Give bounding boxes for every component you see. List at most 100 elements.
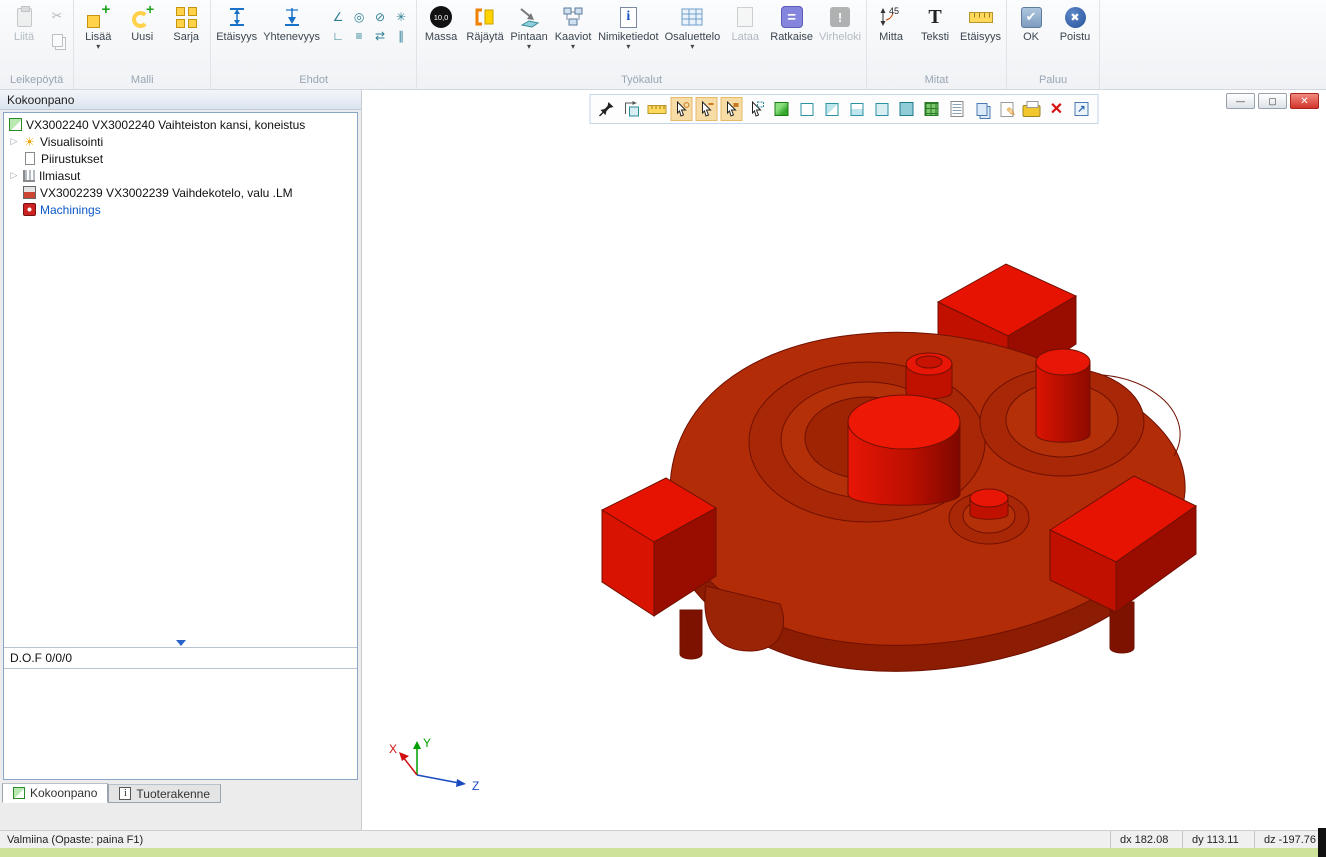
restore-button[interactable]: ▢ xyxy=(1258,93,1287,109)
tree-item-appearances[interactable]: ▷ Ilmiasut xyxy=(6,167,357,184)
coincidence-label: Yhtenevyys xyxy=(263,31,320,43)
tree-item-machinings[interactable]: Machinings xyxy=(6,201,357,218)
text-label: Teksti xyxy=(921,31,949,43)
explode-button[interactable]: Räjäytä xyxy=(463,1,507,43)
copy-view-button[interactable] xyxy=(971,97,993,121)
angle-icon: ∠ xyxy=(333,10,344,24)
distance-dim-label: Etäisyys xyxy=(960,31,1001,43)
status-bar: Valmiina (Opaste: paina F1) dx 182.08 dy… xyxy=(0,830,1326,848)
mass-button[interactable]: 10,0 Massa xyxy=(419,1,463,43)
assembly-icon xyxy=(13,787,25,799)
series-label: Sarja xyxy=(173,31,199,43)
tree-item-label: Piirustukset xyxy=(41,152,103,166)
add-component-icon: + xyxy=(86,5,110,29)
distance-constraint-button[interactable]: Etäisyys xyxy=(213,1,260,43)
ribbon-group-model: + Lisää ▾ + Uusi Sarja Malli xyxy=(74,0,211,89)
group-label-clipboard: Leikepöytä xyxy=(2,73,71,89)
swap-constraint-button[interactable]: ⇄ xyxy=(371,28,389,44)
star-icon: ✳ xyxy=(396,10,406,24)
drag-measure-button[interactable] xyxy=(621,97,643,121)
add-component-button[interactable]: + Lisää ▾ xyxy=(76,1,120,50)
close-button[interactable]: ✕ xyxy=(1290,93,1319,109)
export-view-button[interactable]: ↗ xyxy=(1071,97,1093,121)
concentric-constraint-button[interactable]: ◎ xyxy=(350,9,368,25)
model-right-cylinder xyxy=(1036,349,1090,442)
grid-view-button[interactable] xyxy=(921,97,943,121)
expander-icon[interactable]: ▷ xyxy=(9,170,19,181)
tab-assembly[interactable]: Kokoonpano xyxy=(2,783,108,803)
model-left-peg xyxy=(680,610,702,659)
tree-item-root[interactable]: VX3002240 VX3002240 Vaihteiston kansi, k… xyxy=(6,116,357,133)
hidden-line-view-button[interactable] xyxy=(821,97,843,121)
status-dz: dz -197.76 xyxy=(1254,831,1326,848)
snap-point-mode-button[interactable] xyxy=(671,97,693,121)
feature-list-button[interactable] xyxy=(946,97,968,121)
scissors-icon: ✂ xyxy=(52,8,63,24)
filled-cube-icon xyxy=(875,103,888,116)
align-constraint-button[interactable]: ≡ xyxy=(350,28,368,44)
shaded-view-button[interactable] xyxy=(871,97,893,121)
item-data-button[interactable]: i Nimiketiedot ▾ xyxy=(595,1,662,50)
coincidence-button[interactable]: Yhtenevyys xyxy=(260,1,323,43)
to-surface-button[interactable]: Pintaan ▾ xyxy=(507,1,551,50)
transparent-view-button[interactable] xyxy=(896,97,918,121)
copy-icon xyxy=(52,34,63,47)
select-part-button[interactable] xyxy=(746,97,768,121)
diagrams-button[interactable]: Kaaviot ▾ xyxy=(551,1,595,50)
new-component-button[interactable]: + Uusi xyxy=(120,1,164,43)
tree-item-label: Ilmiasut xyxy=(39,169,80,183)
text-button[interactable]: T Teksti xyxy=(913,1,957,43)
tree-item-part[interactable]: VX3002239 VX3002239 Vaihdekotelo, valu .… xyxy=(6,184,357,201)
distance-dim-button[interactable]: Etäisyys xyxy=(957,1,1004,43)
part-list-button[interactable]: Osaluettelo ▾ xyxy=(662,1,724,50)
wireframe-view-button[interactable] xyxy=(796,97,818,121)
parallel-constraint-button[interactable]: ∥ xyxy=(392,28,410,44)
green-cube-icon xyxy=(775,102,789,116)
pin-icon xyxy=(599,101,615,117)
axis-z-label: Z xyxy=(472,779,479,793)
edit-sheet-button[interactable]: ✎ xyxy=(996,97,1018,121)
status-message: Valmiina (Opaste: paina F1) xyxy=(0,831,150,848)
minimize-button[interactable]: — xyxy=(1226,93,1255,109)
load-button[interactable]: Lataa xyxy=(723,1,767,43)
tree-item-visualization[interactable]: ▷ ☀ Visualisointi xyxy=(6,133,357,150)
mass-icon: 10,0 xyxy=(430,6,452,28)
print-button[interactable] xyxy=(1021,97,1043,121)
model-central-cylinder xyxy=(848,395,960,505)
exit-button[interactable]: ✖ Poistu xyxy=(1053,1,1097,43)
chevron-down-icon: ▾ xyxy=(96,43,100,50)
error-log-button[interactable]: ! Virheloki xyxy=(816,1,864,43)
exit-icon: ✖ xyxy=(1065,7,1086,28)
tab-product-structure[interactable]: i Tuoterakenne xyxy=(108,784,221,803)
perpendicular-constraint-button[interactable]: ∟ xyxy=(329,28,347,44)
snap-edge-mode-button[interactable] xyxy=(696,97,718,121)
delete-button[interactable]: ✕ xyxy=(1046,97,1068,121)
solve-button[interactable]: = Ratkaise xyxy=(767,1,816,43)
splitter-handle-icon[interactable] xyxy=(176,640,186,646)
snap-constraint-button[interactable]: ✳ xyxy=(392,9,410,25)
shaded-edges-view-button[interactable] xyxy=(846,97,868,121)
solid-view-button[interactable] xyxy=(771,97,793,121)
copy-button[interactable] xyxy=(46,31,68,49)
3d-viewport[interactable]: ✎ ✕ ↗ — ▢ ✕ xyxy=(362,90,1326,830)
cut-button[interactable]: ✂ xyxy=(46,7,68,25)
tangent-constraint-button[interactable]: ⊘ xyxy=(371,9,389,25)
snap-face-mode-button[interactable] xyxy=(721,97,743,121)
cursor-face-icon xyxy=(724,101,740,117)
expander-icon[interactable]: ▷ xyxy=(9,136,19,147)
assembly-tree: VX3002240 VX3002240 Vaihteiston kansi, k… xyxy=(4,113,357,218)
paste-button[interactable]: Liitä xyxy=(2,1,46,43)
group-label-constraints: Ehdot xyxy=(213,73,414,89)
measure-tool-button[interactable] xyxy=(646,97,668,121)
ok-button[interactable]: ✔ OK xyxy=(1009,1,1053,43)
mass-label: Massa xyxy=(425,31,457,43)
3d-model[interactable] xyxy=(362,90,1326,830)
appearances-icon xyxy=(23,170,35,182)
measure-button[interactable]: 45 Mitta xyxy=(869,1,913,43)
angle-constraint-button[interactable]: ∠ xyxy=(329,9,347,25)
pin-button[interactable] xyxy=(596,97,618,121)
tree-item-drawings[interactable]: Piirustukset xyxy=(6,150,357,167)
panel-tabs: Kokoonpano i Tuoterakenne xyxy=(2,783,221,803)
series-button[interactable]: Sarja xyxy=(164,1,208,43)
child-window-controls: — ▢ ✕ xyxy=(1226,93,1319,109)
